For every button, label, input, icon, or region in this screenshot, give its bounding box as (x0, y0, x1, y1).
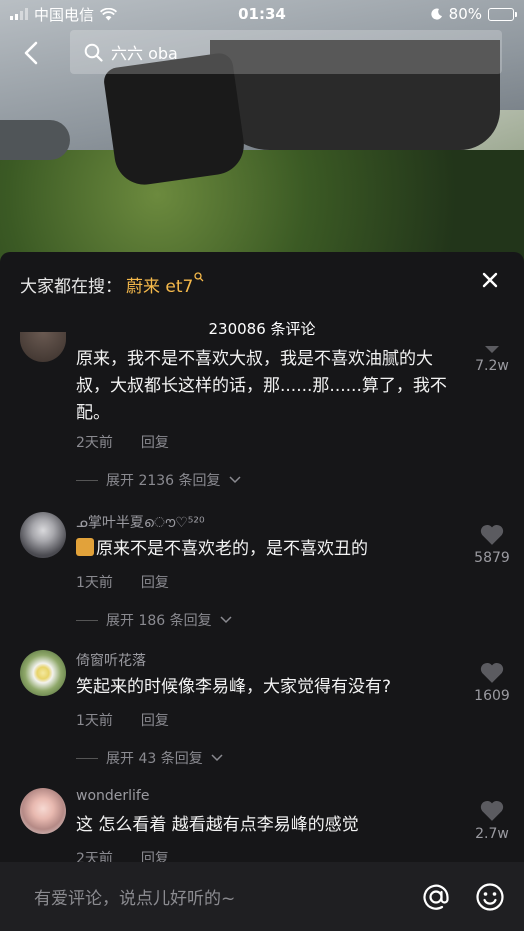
comment-meta: 2天前 回复 (76, 432, 169, 452)
video-trees (0, 150, 524, 262)
comment-time: 1天前 (76, 713, 113, 729)
comment-text: 原来，我不是不喜欢大叔，我是不喜欢油腻的大叔，大叔都长这样的话，那......那… (76, 349, 447, 423)
reply-button[interactable]: 回复 (141, 572, 169, 592)
heart-icon (480, 800, 504, 821)
back-arrow-icon (24, 41, 38, 65)
like-count: 5879 (474, 550, 510, 566)
like-button[interactable]: 5879 (470, 524, 514, 566)
comment-item: ᓄ掌叶半夏ൌ♡⁵²⁰ 原来不是不喜欢老的，是不喜欢丑的 1天前 回复 展开 18… (0, 512, 524, 642)
search-icon (84, 43, 103, 62)
comment-text: 这 怎么看着 越看越有点李易峰的感觉 (76, 815, 359, 835)
heart-icon (480, 524, 504, 545)
like-button[interactable]: 7.2w (470, 334, 514, 374)
comment-username[interactable]: wonderlife (76, 788, 149, 804)
comment-count: 230086 条评论 (208, 320, 316, 338)
comment-item: 倚窗听花落 笑起来的时候像李易峰，大家觉得有没有? 1天前 回复 展开 43 条… (0, 650, 524, 780)
search-query: 六六 oba (111, 44, 178, 63)
video-pillar (0, 120, 70, 160)
expand-replies-button[interactable]: 展开 43 条回复 (76, 748, 223, 768)
mention-button[interactable] (416, 877, 456, 917)
chevron-down-icon (211, 754, 223, 762)
comment-input-bar: 有爱评论，说点儿好听的~ (0, 862, 524, 931)
like-count: 2.7w (475, 826, 509, 842)
comment-text: 原来不是不喜欢老的，是不喜欢丑的 (96, 539, 368, 559)
comment-username[interactable]: ᓄ掌叶半夏ൌ♡⁵²⁰ (76, 512, 205, 532)
divider-line (76, 619, 98, 621)
expand-replies-label: 展开 186 条回复 (106, 613, 212, 629)
comment-input[interactable]: 有爱评论，说点儿好听的~ (34, 884, 402, 909)
heart-icon (480, 662, 504, 683)
expand-replies-label: 展开 2136 条回复 (106, 473, 221, 489)
comment-time: 2天前 (76, 435, 113, 451)
search-input[interactable]: 六六 oba (70, 30, 502, 74)
comment-meta: 1天前 回复 (76, 710, 169, 730)
at-icon (423, 884, 449, 910)
comment-username[interactable]: 倚窗听花落 (76, 650, 146, 670)
like-button[interactable]: 1609 (470, 662, 514, 704)
like-button[interactable]: 2.7w (470, 800, 514, 842)
hot-search[interactable]: 大家都在搜： 蔚来 et7 (20, 272, 204, 297)
comment-text-row: 原来不是不喜欢老的，是不喜欢丑的 (76, 536, 466, 563)
comments-sheet: 大家都在搜： 蔚来 et7 230086 条评论 原来，我不是不喜欢大叔，我是不… (0, 252, 524, 931)
back-button[interactable] (16, 36, 46, 70)
expand-replies-button[interactable]: 展开 2136 条回复 (76, 470, 241, 490)
like-count: 1609 (474, 688, 510, 704)
avatar[interactable] (20, 332, 66, 362)
divider-line (76, 757, 98, 759)
hot-search-label: 大家都在搜： (20, 277, 122, 297)
battery-icon (488, 7, 517, 21)
comment-item: 原来，我不是不喜欢大叔，我是不喜欢油腻的大叔，大叔都长这样的话，那......那… (0, 332, 524, 500)
emoji-icon (476, 882, 504, 911)
status-time: 01:34 (238, 5, 286, 23)
avatar[interactable] (20, 650, 66, 696)
expand-replies-label: 展开 43 条回复 (106, 751, 203, 767)
emoji-button[interactable] (470, 877, 510, 917)
chevron-down-icon (229, 476, 241, 484)
comment-text: 笑起来的时候像李易峰，大家觉得有没有? (76, 677, 392, 697)
chevron-down-icon (220, 616, 232, 624)
reply-button[interactable]: 回复 (141, 432, 169, 452)
avatar[interactable] (20, 512, 66, 558)
comment-meta: 1天前 回复 (76, 572, 169, 592)
status-bar: 中国电信 01:34 80% (0, 0, 524, 28)
comment-time: 1天前 (76, 575, 113, 591)
close-button[interactable] (476, 266, 504, 294)
avatar[interactable] (20, 788, 66, 834)
hot-search-keyword[interactable]: 蔚来 et7 (126, 272, 193, 297)
expand-replies-button[interactable]: 展开 186 条回复 (76, 610, 232, 630)
like-count: 7.2w (475, 358, 509, 374)
search-small-icon (194, 272, 204, 285)
emoji-sticker-icon (76, 538, 94, 556)
heart-icon (481, 334, 503, 354)
close-icon (482, 272, 498, 288)
reply-button[interactable]: 回复 (141, 710, 169, 730)
divider-line (76, 479, 98, 481)
comment-item: wonderlife 这 怎么看着 越看越有点李易峰的感觉 2天前 回复 2.7… (0, 788, 524, 868)
